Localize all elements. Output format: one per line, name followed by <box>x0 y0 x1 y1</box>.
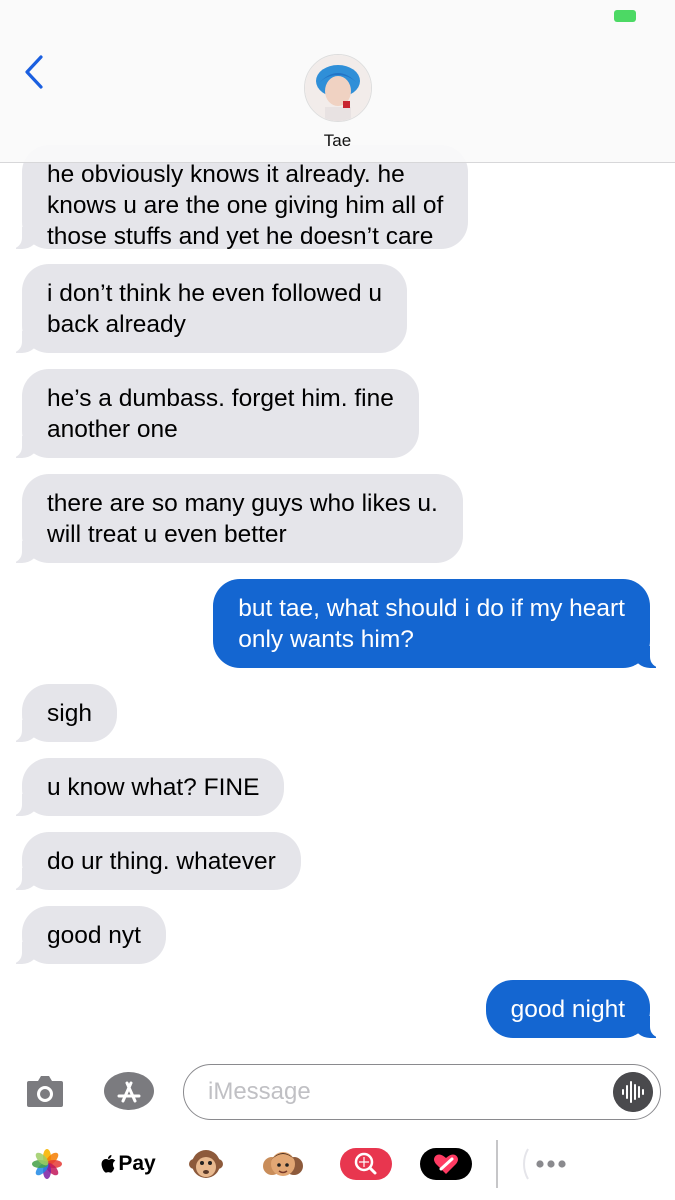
contact-name[interactable]: Tae <box>0 131 675 151</box>
memoji-stickers-button[interactable] <box>260 1136 306 1192</box>
message-bubble-2[interactable]: i don’t think he even followed u back alr… <box>0 264 408 353</box>
photos-app-button[interactable] <box>30 1136 64 1192</box>
chevron-left-icon[interactable] <box>20 52 50 92</box>
apple-pay-label: Pay <box>118 1152 156 1175</box>
more-icon <box>522 1148 566 1180</box>
app-drawer: Pay <box>0 1136 675 1192</box>
message-bubble-9[interactable]: good nyt <box>0 906 166 964</box>
monkey-emoji-icon <box>189 1150 223 1178</box>
image-search-button[interactable] <box>338 1136 394 1192</box>
battery-icon <box>614 10 636 22</box>
audio-waveform-icon[interactable] <box>613 1072 653 1112</box>
digital-touch-button[interactable] <box>418 1136 474 1192</box>
photos-icon <box>32 1149 62 1179</box>
message-bubble-10[interactable]: good night <box>485 980 673 1038</box>
memoji-icon <box>263 1152 303 1176</box>
divider <box>495 1136 499 1192</box>
apple-logo-icon <box>101 1155 116 1173</box>
contact-avatar[interactable] <box>304 54 372 122</box>
message-bubble-5[interactable]: but tae, what should i do if my heart onl… <box>213 579 672 668</box>
message-field[interactable] <box>183 1064 661 1120</box>
image-search-icon <box>340 1148 392 1180</box>
message-bubble-3[interactable]: he’s a dumbass. forget him. fine another … <box>0 369 419 458</box>
message-bubble-8[interactable]: do ur thing. whatever <box>0 832 301 890</box>
message-bubble-4[interactable]: there are so many guys who likes u. will … <box>0 474 463 563</box>
conversation-header: Tae <box>0 0 675 163</box>
avatar-photo <box>305 55 371 121</box>
animoji-button[interactable] <box>186 1136 226 1192</box>
message-bubble-7[interactable]: u know what? FINE <box>0 758 285 816</box>
app-store-icon[interactable] <box>103 1071 155 1111</box>
apple-pay-button[interactable]: Pay <box>98 1136 158 1192</box>
message-bubble-6[interactable]: sigh <box>0 684 117 742</box>
camera-icon[interactable] <box>25 1072 65 1110</box>
digital-touch-heart-icon <box>420 1148 472 1180</box>
more-apps-button[interactable] <box>520 1136 576 1192</box>
message-input[interactable] <box>208 1075 588 1109</box>
